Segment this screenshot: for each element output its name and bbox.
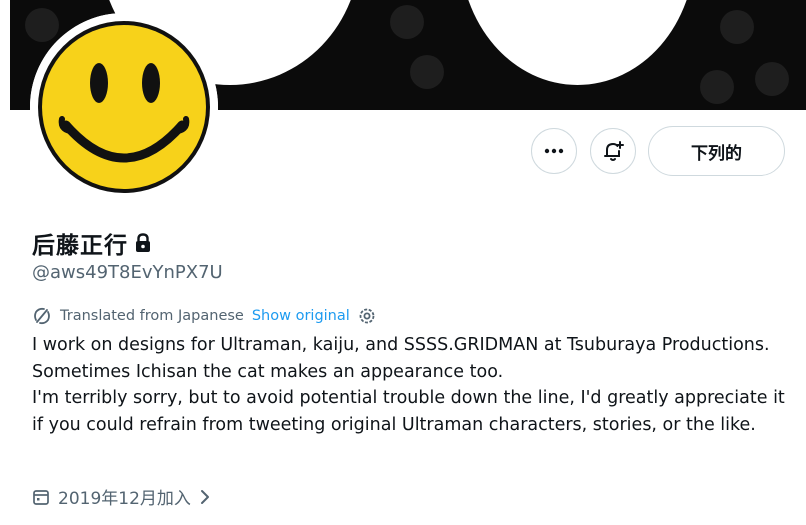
banner-dot xyxy=(720,10,754,44)
banner-dot xyxy=(755,62,789,96)
banner-white-shape xyxy=(460,0,695,85)
bio-paragraph: I work on designs for Ultraman, kaiju, a… xyxy=(32,335,770,382)
profile-bio: I work on designs for Ultraman, kaiju, a… xyxy=(32,332,792,438)
bio-paragraph: I'm terribly sorry, but to avoid potenti… xyxy=(32,388,785,435)
handle: @aws49T8EvYnPX7U xyxy=(32,262,223,283)
more-options-button[interactable] xyxy=(531,128,577,174)
display-name-row: 后藤正行 xyxy=(32,226,152,260)
notifications-button[interactable] xyxy=(590,128,636,174)
display-name: 后藤正行 xyxy=(32,233,128,259)
notification-bell-plus-icon xyxy=(604,141,624,161)
joined-date: 2019年12月加入 xyxy=(58,489,191,509)
more-horizontal-icon xyxy=(544,148,564,154)
banner-dot xyxy=(700,70,734,104)
profile-page: 下列的 后藤正行 @aws49T8EvYnPX7U Translated fro… xyxy=(0,0,806,525)
banner-dot xyxy=(410,55,444,89)
chevron-right-icon xyxy=(200,489,209,504)
settings-gear-icon[interactable] xyxy=(358,307,376,325)
calendar-icon xyxy=(33,489,49,505)
lock-icon xyxy=(136,233,150,252)
smiley-face-icon xyxy=(30,13,218,201)
translation-label: Translated from Japanese xyxy=(60,308,244,324)
joined-date-row[interactable]: 2019年12月加入 xyxy=(32,484,211,509)
banner-dot xyxy=(390,5,424,39)
follow-button-label: 下列的 xyxy=(691,143,742,164)
avatar[interactable] xyxy=(30,13,218,201)
show-original-link[interactable]: Show original xyxy=(252,308,350,324)
translation-bar: Translated from Japanese Show original xyxy=(32,306,376,326)
translate-icon xyxy=(34,307,50,325)
follow-button[interactable]: 下列的 xyxy=(648,126,785,176)
